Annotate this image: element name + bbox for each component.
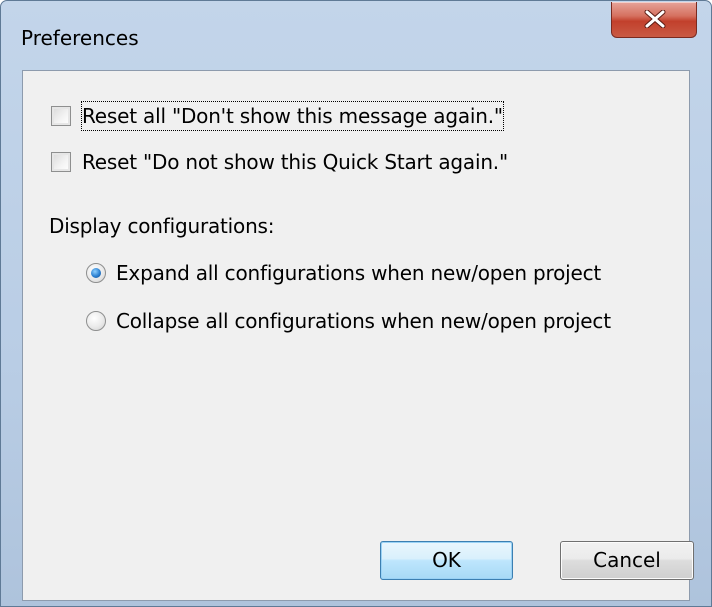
dialog-title: Preferences: [21, 26, 139, 50]
reset-quickstart-checkbox[interactable]: [51, 152, 71, 172]
close-button[interactable]: [611, 2, 697, 38]
ok-button[interactable]: OK: [380, 541, 513, 580]
reset-quickstart-label[interactable]: Reset "Do not show this Quick Start agai…: [82, 148, 508, 176]
title-bar[interactable]: Preferences: [1, 1, 711, 71]
preferences-dialog: Preferences Reset all "Don't show this m…: [0, 0, 712, 607]
radio-selected-dot: [91, 268, 101, 278]
dialog-content: Reset all "Don't show this message again…: [22, 70, 694, 601]
reset-messages-label[interactable]: Reset all "Don't show this message again…: [81, 101, 504, 131]
collapse-all-radio[interactable]: [86, 311, 106, 331]
reset-messages-checkbox[interactable]: [51, 106, 71, 126]
close-icon: [644, 10, 666, 28]
expand-all-radio[interactable]: [86, 263, 106, 283]
collapse-all-label[interactable]: Collapse all configurations when new/ope…: [116, 307, 611, 335]
cancel-button[interactable]: Cancel: [560, 541, 694, 580]
display-configurations-label: Display configurations:: [49, 214, 275, 238]
expand-all-label[interactable]: Expand all configurations when new/open …: [116, 259, 601, 287]
